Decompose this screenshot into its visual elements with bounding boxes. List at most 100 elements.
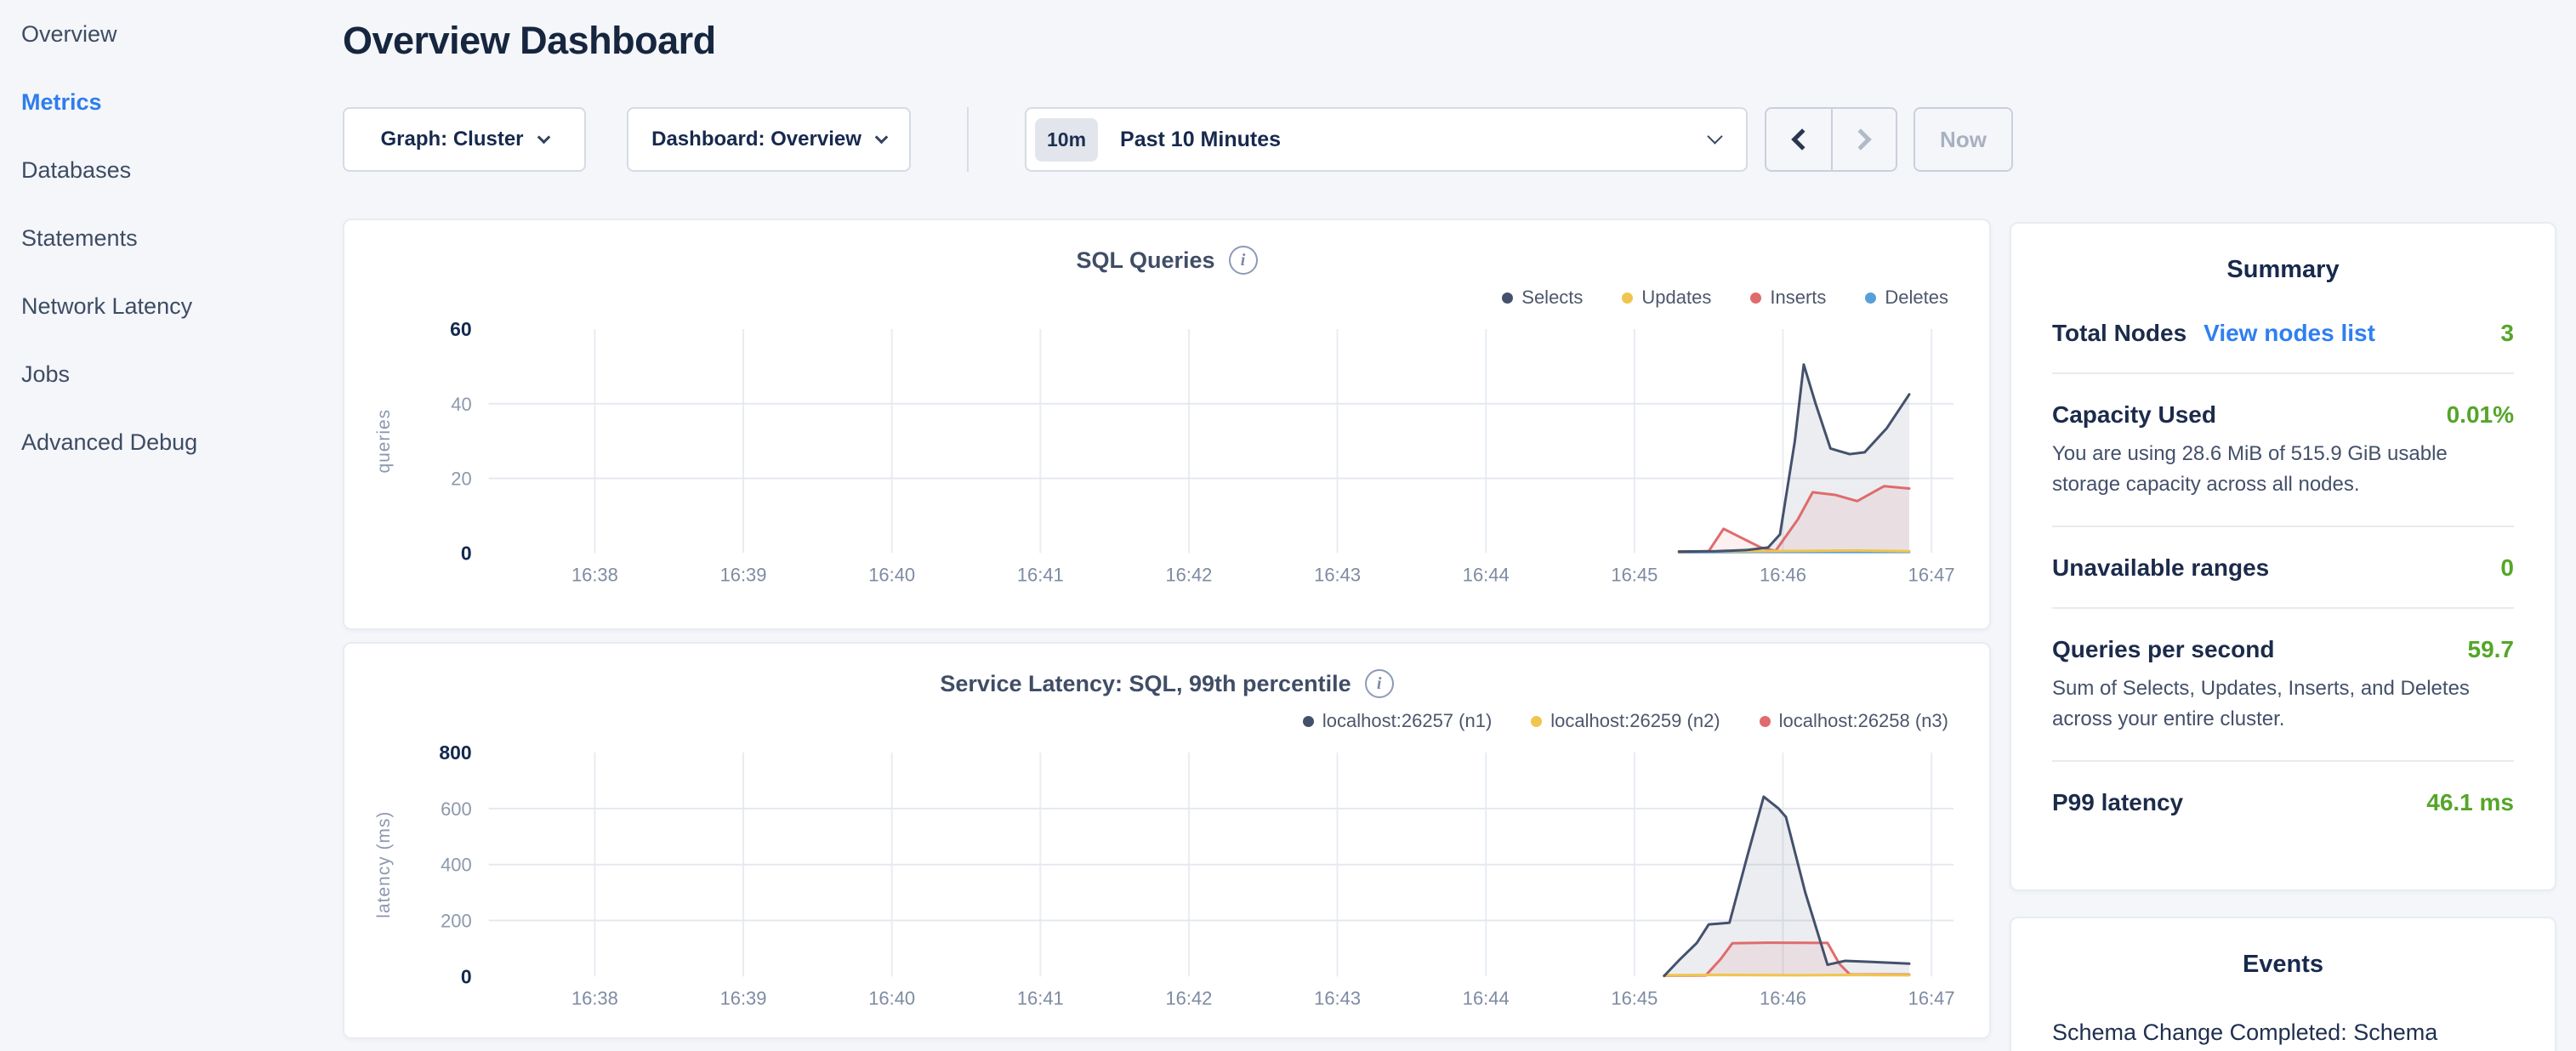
row-label: Queries per second	[2052, 636, 2274, 663]
x-axis-tick-label: 16:46	[1760, 564, 1806, 585]
chart-legend: Selects Updates Inserts Deletes	[344, 287, 1948, 309]
y-axis-tick-label: 400	[441, 855, 472, 876]
x-axis-tick-label: 16:40	[868, 987, 915, 1008]
time-range-label: Past 10 Minutes	[1120, 128, 1281, 152]
legend-item: localhost:26258 (n3)	[1760, 710, 1948, 732]
legend-dot	[1502, 293, 1513, 304]
legend-item: Inserts	[1750, 287, 1826, 309]
row-value: 3	[2500, 320, 2514, 347]
view-nodes-link[interactable]: View nodes list	[2204, 320, 2375, 347]
row-note: Sum of Selects, Updates, Inserts, and De…	[2052, 673, 2514, 735]
time-range-picker[interactable]: 10m Past 10 Minutes	[1025, 107, 1748, 172]
row-note: You are using 28.6 MiB of 515.9 GiB usab…	[2052, 439, 2514, 500]
row-value: 59.7	[2468, 636, 2515, 663]
y-axis-tick-label: 0	[461, 542, 472, 564]
legend-label: Deletes	[1885, 287, 1948, 309]
service-latency-card: Service Latency: SQL, 99th percentile lo…	[343, 642, 1991, 1039]
y-axis-tick-label: 600	[441, 798, 472, 820]
service-latency-chart: 16:38 16:39 16:40 16:41 16:42 16:43 16:44 16:45…	[344, 739, 1989, 1024]
y-axis-tick-label: 20	[451, 469, 471, 490]
legend-item: localhost:26259 (n2)	[1531, 710, 1720, 732]
sidebar-item-databases[interactable]: Databases	[21, 158, 340, 183]
x-axis-tick-label: 16:47	[1908, 987, 1955, 1008]
legend-item: Deletes	[1865, 287, 1948, 309]
row-label: Total Nodes	[2052, 320, 2186, 347]
next-range-button[interactable]	[1831, 109, 1896, 170]
sidebar-item-network-latency[interactable]: Network Latency	[21, 294, 340, 319]
info-icon[interactable]	[1229, 246, 1258, 275]
x-axis-tick-label: 16:45	[1611, 564, 1658, 585]
legend-label: Inserts	[1770, 287, 1826, 309]
sql-queries-chart: 16:38 16:39 16:40 16:41 16:42 16:43 16:44 16:45…	[344, 315, 1989, 600]
row-value: 0	[2500, 554, 2514, 582]
x-axis-tick-label: 16:40	[868, 564, 915, 585]
legend-dot	[1750, 293, 1761, 304]
legend-dot	[1865, 293, 1876, 304]
legend-label: localhost:26258 (n3)	[1779, 710, 1948, 732]
legend-item: localhost:26257 (n1)	[1303, 710, 1492, 732]
x-axis-tick-label: 16:47	[1908, 564, 1955, 585]
legend-dot	[1531, 716, 1542, 727]
x-axis-tick-label: 16:44	[1463, 564, 1510, 585]
y-axis-tick-label: 800	[439, 741, 471, 764]
chart-title: SQL Queries	[1076, 247, 1214, 274]
row-label: Capacity Used	[2052, 401, 2216, 429]
dashboard-dropdown[interactable]: Dashboard: Overview	[627, 107, 911, 172]
x-axis-tick-label: 16:41	[1017, 564, 1064, 585]
x-axis-tick-label: 16:38	[571, 987, 618, 1008]
x-axis-tick-label: 16:44	[1463, 987, 1510, 1008]
y-axis-title: latency (ms)	[374, 811, 394, 918]
events-title: Events	[2011, 951, 2555, 979]
row-value: 46.1 ms	[2426, 789, 2514, 816]
sidebar-item-metrics[interactable]: Metrics	[21, 90, 340, 115]
event-text: Schema Change Completed: Schema change w…	[2052, 1016, 2514, 1051]
y-axis-tick-label: 40	[451, 394, 471, 415]
legend-item: Updates	[1622, 287, 1711, 309]
chart-title: Service Latency: SQL, 99th percentile	[940, 671, 1351, 697]
sidebar-item-advanced-debug[interactable]: Advanced Debug	[21, 430, 340, 455]
x-axis-tick-label: 16:45	[1611, 987, 1658, 1008]
summary-card: Summary Total Nodes View nodes list 3 Ca…	[2010, 222, 2556, 891]
x-axis-tick-label: 16:42	[1165, 564, 1212, 585]
legend-dot	[1303, 716, 1314, 727]
now-button[interactable]: Now	[1914, 107, 2013, 172]
legend-label: localhost:26259 (n2)	[1550, 710, 1720, 732]
time-range-step-group	[1765, 107, 1897, 172]
summary-row-unavailable-ranges: Unavailable ranges 0	[2052, 527, 2514, 609]
chevron-down-icon	[875, 130, 889, 144]
x-axis-tick-label: 16:43	[1314, 987, 1361, 1008]
x-axis-tick-label: 16:41	[1017, 987, 1064, 1008]
x-axis-tick-label: 16:46	[1760, 987, 1806, 1008]
chevron-left-icon	[1791, 128, 1812, 150]
legend-label: Selects	[1521, 287, 1583, 309]
graph-scope-dropdown[interactable]: Graph: Cluster	[343, 107, 586, 172]
x-axis-tick-label: 16:39	[720, 987, 767, 1008]
legend-label: localhost:26257 (n1)	[1322, 710, 1492, 732]
sidebar-item-jobs[interactable]: Jobs	[21, 362, 340, 387]
y-axis-title: queries	[374, 409, 394, 474]
dashboard-dropdown-label: Dashboard: Overview	[651, 128, 862, 151]
graph-scope-label: Graph: Cluster	[380, 128, 523, 151]
legend-label: Updates	[1641, 287, 1711, 309]
y-axis-tick-label: 60	[450, 318, 472, 340]
summary-row-queries-per-second: Queries per second 59.7 Sum of Selects, …	[2052, 609, 2514, 762]
summary-row-capacity-used: Capacity Used 0.01% You are using 28.6 M…	[2052, 374, 2514, 527]
x-axis-tick-label: 16:38	[571, 564, 618, 585]
sidebar-item-overview[interactable]: Overview	[21, 22, 340, 47]
x-axis-tick-label: 16:42	[1165, 987, 1212, 1008]
row-label: P99 latency	[2052, 789, 2183, 816]
event-item: Schema Change Completed: Schema change w…	[2011, 979, 2555, 1051]
controls-divider	[967, 107, 969, 172]
chevron-right-icon	[1850, 128, 1871, 150]
x-axis-tick-label: 16:43	[1314, 564, 1361, 585]
info-icon[interactable]	[1365, 669, 1394, 698]
summary-row-p99-latency: P99 latency 46.1 ms	[2052, 762, 2514, 842]
x-axis-tick-label: 16:39	[720, 564, 767, 585]
time-preset-badge: 10m	[1035, 118, 1098, 162]
sidebar-nav: Overview Metrics Databases Statements Ne…	[0, 0, 340, 1051]
legend-item: Selects	[1502, 287, 1583, 309]
y-axis-tick-label: 200	[441, 911, 472, 932]
prev-range-button[interactable]	[1766, 109, 1831, 170]
legend-dot	[1760, 716, 1771, 727]
sidebar-item-statements[interactable]: Statements	[21, 226, 340, 251]
